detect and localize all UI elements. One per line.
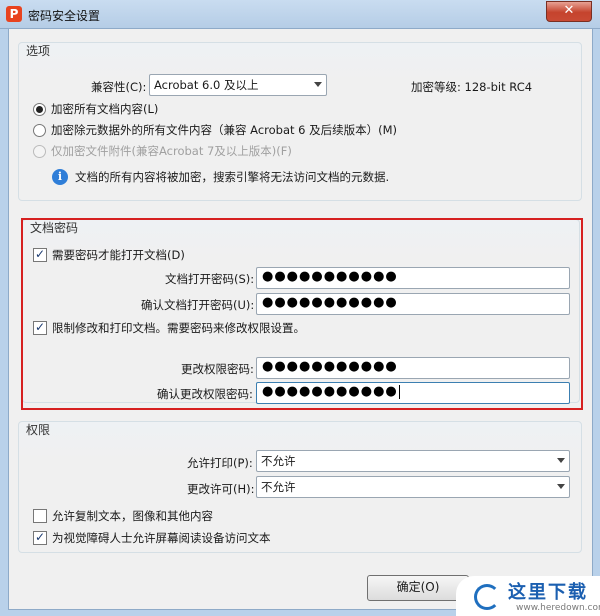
print-value: 不允许 <box>261 454 296 468</box>
change-permission-label: 更改许可(H): <box>187 482 255 496</box>
title-bar: P 密码安全设置 ✕ <box>0 0 600 29</box>
print-label: 允许打印(P): <box>187 456 253 470</box>
highlight-frame <box>21 218 583 410</box>
radio-encrypt-all-label[interactable]: 加密所有文档内容(L) <box>51 101 158 117</box>
chevron-down-icon <box>557 458 565 463</box>
encrypt-level: 加密等级: 128-bit RC4 <box>411 80 533 94</box>
ok-button[interactable]: 确定(O) <box>367 575 469 601</box>
change-permission-value: 不允许 <box>261 480 296 494</box>
change-permission-select[interactable]: 不允许 <box>256 476 570 498</box>
dialog-body: 选项 兼容性(C): Acrobat 6.0 及以上 加密等级: 128-bit… <box>8 28 593 610</box>
compat-select[interactable]: Acrobat 6.0 及以上 <box>149 74 327 96</box>
allow-copy-label[interactable]: 允许复制文本，图像和其他内容 <box>52 508 213 524</box>
watermark: 这里下载 www.heredown.com <box>456 576 600 616</box>
watermark-url: www.heredown.com <box>516 603 600 613</box>
compat-value: Acrobat 6.0 及以上 <box>154 78 259 92</box>
radio-encrypt-attach[interactable] <box>33 145 46 158</box>
radio-encrypt-except-meta-label[interactable]: 加密除元数据外的所有文件内容（兼容 Acrobat 6 及后续版本）(M) <box>51 122 397 138</box>
watermark-logo-icon <box>474 584 500 610</box>
radio-encrypt-attach-label[interactable]: 仅加密文件附件(兼容Acrobat 7及以上版本)(F) <box>51 143 292 159</box>
chevron-down-icon <box>314 82 322 87</box>
app-logo-icon: P <box>6 6 22 22</box>
radio-encrypt-except-meta[interactable] <box>33 124 46 137</box>
watermark-text: 这里下载 <box>508 582 588 603</box>
screenreader-label[interactable]: 为视觉障碍人士允许屏幕阅读设备访问文本 <box>52 530 271 546</box>
info-text: 文档的所有内容将被加密，搜索引擎将无法访问文档的元数据. <box>75 170 390 184</box>
allow-copy-checkbox[interactable] <box>33 509 47 523</box>
permissions-legend: 权限 <box>26 423 51 437</box>
info-icon: i <box>52 169 68 185</box>
chevron-down-icon <box>557 484 565 489</box>
print-select[interactable]: 不允许 <box>256 450 570 472</box>
close-button[interactable]: ✕ <box>546 1 592 22</box>
compat-label: 兼容性(C): <box>91 80 147 94</box>
options-legend: 选项 <box>26 44 51 58</box>
radio-encrypt-all[interactable] <box>33 103 46 116</box>
window-title: 密码安全设置 <box>28 9 101 23</box>
screenreader-checkbox[interactable]: ✓ <box>33 531 47 545</box>
